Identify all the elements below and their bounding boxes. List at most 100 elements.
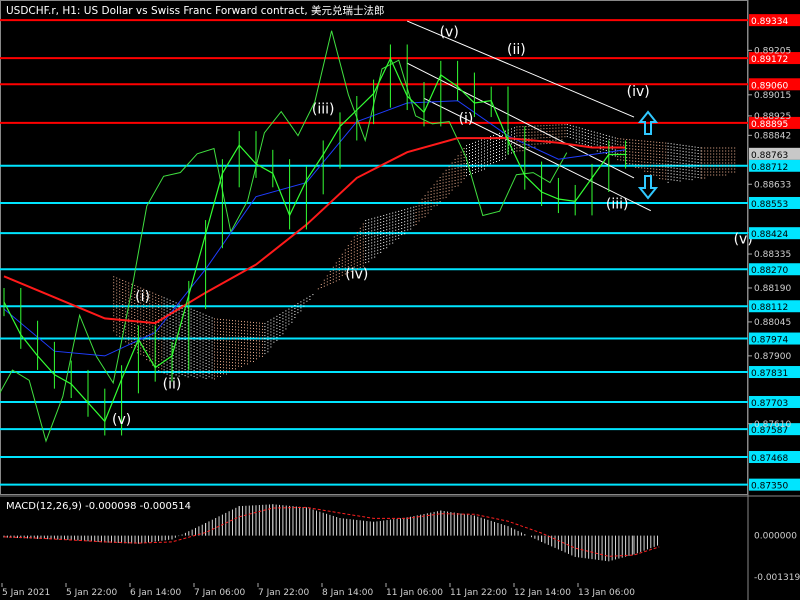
cloud-dot — [166, 361, 168, 363]
cloud-dot — [238, 353, 239, 355]
cloud-dot — [199, 339, 201, 341]
cloud-dot — [445, 175, 447, 177]
cloud-dot — [436, 192, 438, 194]
cloud-dot — [665, 172, 667, 174]
cloud-dot — [519, 147, 521, 149]
cloud-dot — [395, 223, 397, 225]
cloud-dot — [546, 128, 548, 130]
cloud-dot — [647, 152, 649, 154]
cloud-dot — [158, 310, 160, 312]
cloud-dot — [140, 350, 142, 352]
cloud-dot — [478, 170, 479, 172]
price-tick-label: 0.88633 — [754, 180, 791, 190]
cloud-dot — [223, 358, 224, 360]
cloud-dot — [166, 310, 168, 312]
cloud-dot — [166, 328, 168, 330]
cloud-dot — [448, 181, 450, 183]
cloud-dot — [641, 143, 643, 145]
cloud-dot — [632, 154, 634, 156]
cloud-dot — [335, 265, 337, 267]
cloud-dot — [125, 308, 127, 310]
cloud-dot — [119, 323, 121, 325]
cloud-dot — [611, 139, 613, 141]
cloud-dot — [335, 274, 337, 276]
cloud-dot — [196, 329, 198, 331]
cloud-dot — [679, 171, 681, 173]
cloud-dot — [276, 315, 278, 317]
cloud-dot — [220, 348, 221, 350]
cloud-dot — [226, 349, 227, 351]
cloud-dot — [725, 147, 727, 149]
cloud-dot — [439, 192, 441, 194]
cloud-dot — [421, 210, 423, 212]
cloud-dot — [516, 135, 518, 137]
cloud-dot — [211, 332, 213, 334]
cloud-dot — [300, 301, 302, 303]
cloud-dot — [172, 367, 174, 369]
cloud-dot — [128, 300, 130, 302]
cloud-dot — [202, 370, 204, 372]
cloud-dot — [575, 141, 577, 143]
cloud-dot — [410, 207, 412, 209]
cloud-dot — [662, 163, 664, 165]
cloud-dot — [389, 213, 391, 215]
cloud-dot — [688, 145, 690, 147]
cloud-dot — [716, 159, 718, 161]
cloud-dot — [193, 345, 195, 347]
cloud-dot — [119, 302, 121, 304]
cloud-dot — [211, 329, 213, 331]
cloud-dot — [362, 241, 364, 243]
cloud-dot — [424, 207, 426, 209]
cloud-dot — [264, 347, 266, 349]
cloud-dot — [214, 363, 215, 365]
cloud-dot — [493, 147, 494, 149]
cloud-dot — [587, 135, 589, 137]
cloud-dot — [202, 346, 204, 348]
cloud-dot — [404, 218, 406, 220]
cloud-dot — [398, 234, 400, 236]
cloud-dot — [697, 164, 699, 166]
cloud-dot — [656, 153, 658, 155]
cloud-dot — [202, 361, 204, 363]
cloud-dot — [350, 246, 352, 248]
cloud-dot — [193, 354, 195, 356]
cloud-dot — [143, 318, 145, 320]
cloud-dot — [158, 313, 160, 315]
cloud-dot — [217, 318, 218, 320]
cloud-dot — [710, 165, 712, 167]
cloud-dot — [694, 176, 696, 178]
cloud-dot — [119, 290, 121, 292]
cloud-dot — [392, 233, 394, 235]
cloud-dot — [694, 158, 696, 160]
cloud-dot — [187, 373, 189, 375]
cloud-dot — [172, 322, 174, 324]
cloud-dot — [163, 330, 165, 332]
cloud-dot — [659, 151, 661, 153]
cloud-dot — [329, 277, 331, 279]
cloud-dot — [116, 289, 118, 291]
cloud-dot — [546, 131, 548, 133]
cloud-dot — [273, 326, 275, 328]
cloud-dot — [175, 356, 177, 358]
cloud-dot — [276, 321, 278, 323]
cloud-dot — [442, 185, 444, 187]
cloud-dot — [572, 137, 574, 139]
cloud-dot — [166, 340, 168, 342]
cloud-dot — [511, 143, 512, 145]
cloud-dot — [629, 163, 631, 165]
cloud-dot — [208, 355, 210, 357]
cloud-dot — [356, 235, 358, 237]
cloud-dot — [211, 365, 213, 367]
forex-chart[interactable]: (v)(i)(ii)(iii)(iv)(v)(i)(ii)(iii)(iv)(v… — [0, 0, 800, 600]
cloud-dot — [481, 157, 482, 159]
cloud-dot — [161, 359, 163, 361]
price-tick-label: 0.88190 — [754, 284, 791, 294]
cloud-dot — [353, 242, 355, 244]
cloud-dot — [163, 300, 165, 302]
cloud-dot — [490, 160, 491, 162]
cloud-dot — [505, 148, 506, 150]
cloud-dot — [190, 374, 192, 376]
cloud-dot — [276, 318, 278, 320]
cloud-dot — [122, 301, 124, 303]
cloud-dot — [122, 289, 124, 291]
